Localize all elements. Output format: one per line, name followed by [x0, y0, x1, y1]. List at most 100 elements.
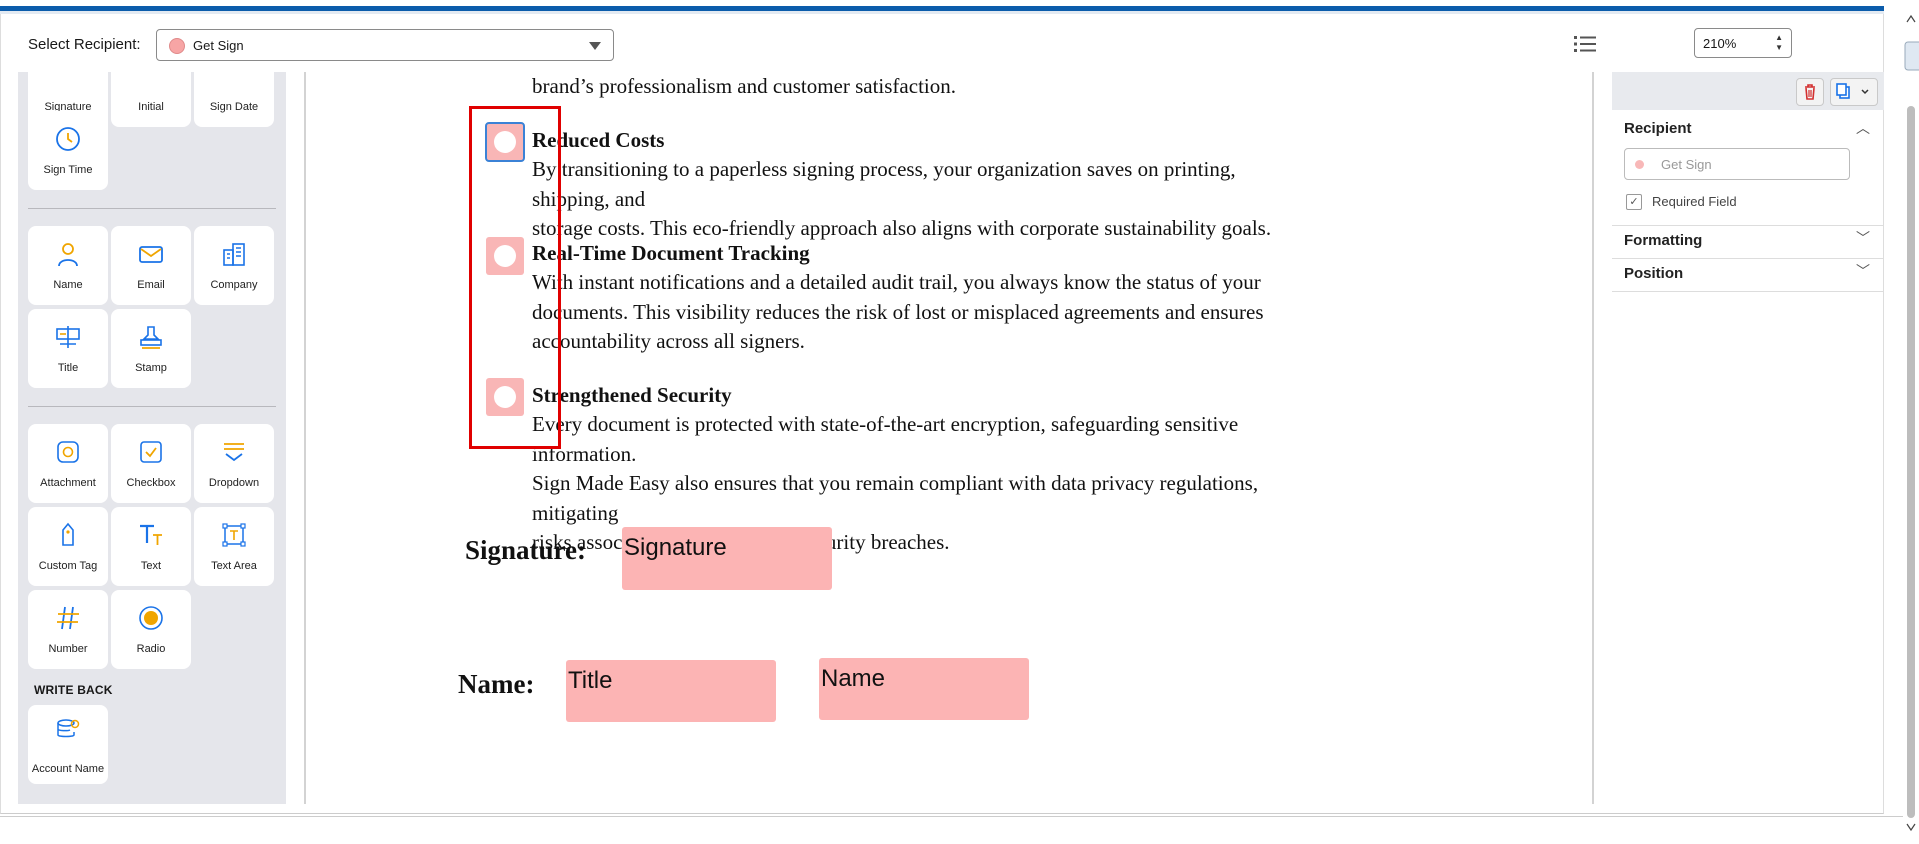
recipient-section-header[interactable]: Recipient — [1624, 120, 1874, 137]
field-palette-sidebar: Signature Initial Sign Date Sign Time Na… — [18, 72, 286, 804]
intro-tail-text: brand’s professionalism and customer sat… — [532, 74, 956, 98]
signature-field[interactable]: Signature — [622, 527, 832, 590]
clock-icon — [56, 127, 80, 151]
field-tile-name[interactable]: Name — [28, 226, 108, 305]
recipient-field[interactable]: Get Sign — [1624, 148, 1850, 180]
field-tile-email[interactable]: Email — [111, 226, 191, 305]
tile-label: Text Area — [211, 560, 257, 572]
tile-label: Text — [140, 560, 162, 572]
tile-label: Custom Tag — [38, 560, 98, 572]
tile-label: Account Name — [31, 763, 105, 775]
title-field[interactable]: Title — [566, 660, 776, 722]
chevron-down-icon[interactable]: ﹀ — [1856, 261, 1870, 281]
select-recipient-label: Select Recipient: — [28, 36, 141, 53]
horizontal-scrollbar[interactable] — [0, 816, 1903, 839]
recipient-select-value: Get Sign — [193, 38, 244, 53]
stepper-arrows-icon[interactable]: ▲ ▼ — [1775, 33, 1783, 53]
field-tile-dropdown[interactable]: Dropdown — [194, 424, 274, 503]
benefit-item: Real-Time Document Tracking With instant… — [532, 239, 1292, 357]
divider — [28, 208, 276, 209]
formatting-section-header[interactable]: Formatting — [1624, 232, 1874, 249]
signature-label: Signature: — [465, 535, 587, 565]
divider — [28, 406, 276, 407]
page-scrollbar[interactable] — [1903, 0, 1919, 839]
benefit-title: Reduced Costs — [532, 128, 665, 152]
person-icon — [58, 243, 78, 267]
text-icon — [140, 524, 162, 545]
divider — [1612, 225, 1884, 226]
field-tile-title[interactable]: Title — [28, 309, 108, 388]
tile-label: Dropdown — [208, 477, 260, 489]
benefit-line: Every document is protected with state-o… — [532, 412, 1239, 466]
benefit-title: Real-Time Document Tracking — [532, 241, 810, 265]
document-canvas[interactable]: brand’s professionalism and customer sat… — [306, 60, 1592, 804]
field-tile-number[interactable]: Number — [28, 590, 108, 669]
copy-menu-button[interactable] — [1830, 78, 1878, 106]
properties-toolbar — [1612, 72, 1884, 110]
field-tile-sign-time[interactable]: Sign Time — [28, 111, 108, 190]
field-tile-custom-tag[interactable]: Custom Tag — [28, 507, 108, 586]
tile-label: Sign Date — [209, 101, 259, 113]
tile-label: Sign Time — [43, 164, 93, 176]
divider — [1612, 258, 1884, 259]
text-area-icon — [222, 523, 246, 547]
benefit-line: Sign Made Easy also ensures that you rem… — [532, 471, 1259, 525]
position-section-header[interactable]: Position — [1624, 265, 1874, 282]
benefit-line: accountability across all signers. — [532, 329, 805, 353]
email-icon — [139, 246, 163, 263]
tile-label: Company — [210, 279, 258, 291]
name-field[interactable]: Name — [819, 658, 1029, 720]
write-back-heading: WRITE BACK — [34, 683, 113, 697]
chevron-down-icon[interactable]: ﹀ — [1856, 228, 1870, 248]
tile-label: Name — [53, 279, 83, 291]
recipient-select[interactable]: Get Sign — [156, 29, 614, 61]
field-tile-sign-date[interactable]: Sign Date — [194, 72, 274, 127]
tile-label: Title — [57, 362, 79, 374]
database-gear-icon — [57, 719, 80, 738]
field-tile-stamp[interactable]: Stamp — [111, 309, 191, 388]
properties-panel: Recipient ︿ Get Sign ✓ Required Field Fo… — [1612, 72, 1884, 804]
field-tile-text-area[interactable]: Text Area — [194, 507, 274, 586]
benefit-title: Strengthened Security — [532, 383, 732, 407]
chevron-up-icon[interactable]: ︿ — [1856, 118, 1870, 138]
document-right-border — [1592, 72, 1594, 804]
delete-button[interactable] — [1796, 78, 1824, 106]
required-field-label: Required Field — [1652, 194, 1737, 209]
recipient-field-value: Get Sign — [1661, 157, 1712, 172]
tile-label: Email — [137, 279, 165, 291]
list-icon[interactable] — [1572, 32, 1598, 56]
field-tile-account-name[interactable]: Account Name — [28, 705, 108, 784]
field-tile-checkbox[interactable]: Checkbox — [111, 424, 191, 503]
name-label: Name: — [458, 669, 535, 699]
divider — [1612, 291, 1884, 292]
radio-icon — [139, 606, 163, 630]
benefit-line: With instant notifications and a detaile… — [532, 270, 1261, 294]
tile-label: Radio — [136, 643, 166, 655]
document-paragraph: brand’s professionalism and customer sat… — [532, 72, 1292, 102]
copy-icon — [1836, 83, 1869, 99]
field-tile-initial[interactable]: Initial — [111, 72, 191, 127]
tile-label: Number — [48, 643, 88, 655]
benefit-item: Reduced Costs By transitioning to a pape… — [532, 126, 1292, 244]
tile-label: Initial — [138, 101, 164, 113]
selection-highlight-box — [469, 106, 561, 449]
attachment-icon — [57, 441, 79, 463]
chevron-down-icon — [589, 42, 601, 50]
field-tile-text[interactable]: Text — [111, 507, 191, 586]
trash-icon — [1805, 84, 1815, 100]
tag-icon — [62, 522, 74, 546]
benefit-line: documents. This visibility reduces the r… — [532, 299, 1264, 324]
field-tile-company[interactable]: Company — [194, 226, 274, 305]
checkbox-icon — [140, 441, 162, 463]
field-tile-attachment[interactable]: Attachment — [28, 424, 108, 503]
zoom-value: 210% — [1703, 36, 1737, 51]
field-tile-radio[interactable]: Radio — [111, 590, 191, 669]
recipient-color-dot — [1635, 160, 1644, 169]
recipient-color-dot — [169, 38, 185, 54]
dropdown-icon — [224, 443, 244, 462]
required-field-checkbox[interactable]: ✓ — [1626, 194, 1642, 210]
zoom-stepper[interactable]: 210% ▲ ▼ — [1694, 28, 1792, 58]
tile-label: Stamp — [135, 362, 167, 374]
tile-label: Checkbox — [126, 477, 176, 489]
stamp-icon — [140, 326, 162, 349]
